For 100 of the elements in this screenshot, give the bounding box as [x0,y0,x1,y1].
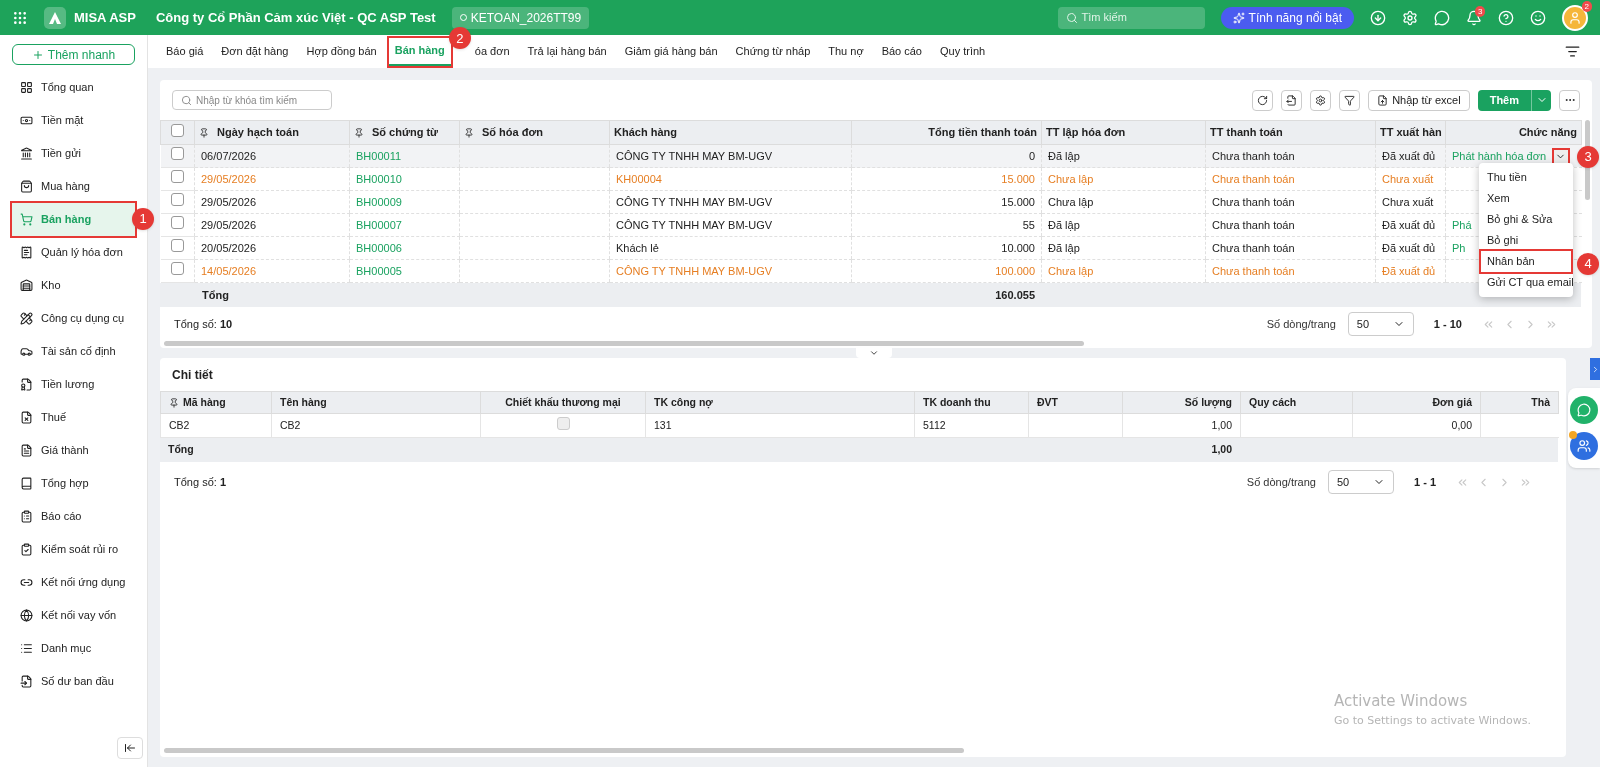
column-header[interactable]: TK doanh thu [914,391,1029,414]
table-cell: Khách lẻ [609,236,852,260]
column-header[interactable]: Quy cách [1240,391,1353,414]
column-header[interactable]: Tên hàng [271,391,481,414]
sidebar-item[interactable]: Giá thành [0,434,147,467]
column-header[interactable]: TT lập hóa đơn [1041,120,1206,145]
tab[interactable]: Thu nợ [822,37,870,66]
total-label: Tổng [167,442,195,458]
sidebar-item[interactable]: Kho [0,269,147,302]
page-size-label: Số dòng/trang [1246,474,1316,490]
feature-button[interactable]: Tính năng nổi bật [1220,6,1354,29]
sidebar-item[interactable]: Báo cáo [0,500,147,533]
column-header[interactable]: Mã hàng [160,391,272,414]
sidebar-item[interactable]: Tiền gửi [0,137,147,170]
tab[interactable]: Trả lại hàng bán [521,37,613,66]
tab[interactable]: Báo cáo [875,37,928,66]
tab[interactable]: Đơn đặt hàng [215,37,295,66]
table-cell: Đã lập [1041,213,1206,237]
table-cell: CB2 [160,413,272,438]
table-cell: 100.000 [851,259,1042,283]
table-cell: BH00009 [349,190,460,214]
column-header[interactable]: Chức năng [1445,120,1582,145]
column-header[interactable]: ĐVT [1028,391,1123,414]
sidebar-item[interactable]: Quản lý hóa đơn [0,236,147,269]
table-cell: Đã xuất đủ [1375,213,1446,237]
column-header[interactable]: Khách hàng [609,120,852,145]
step-badge: 3 [1577,146,1599,168]
total-quantity: 1,00 [1210,442,1233,458]
column-header[interactable]: Số chứng từ [349,120,460,145]
column-header[interactable]: Tổng tiền thanh toán [851,120,1042,145]
tab[interactable]: óa đơn [468,37,516,66]
table-cell: Chưa thanh toán [1205,190,1376,214]
table-cell: 29/05/2026 [194,167,350,191]
table-cell: BH00011 [349,144,460,168]
avatar-badge: 2 [1581,0,1592,12]
column-header[interactable]: Số lượng [1122,391,1241,414]
activation-title: Activate Windows [1334,691,1469,712]
record-count: Tổng số: 1 [174,474,226,490]
table-cell: 15.000 [851,190,1042,214]
column-header[interactable]: TT thanh toán [1205,120,1376,145]
table-cell: 0,00 [1352,413,1481,438]
column-header[interactable]: Thà [1480,391,1559,414]
column-header[interactable]: Chiết khấu thương mại [480,391,646,414]
sidebar-item[interactable]: Kết nối ứng dụng [0,566,147,599]
table-cell: 5112 [914,413,1029,438]
menu-item[interactable]: Xem [1481,188,1571,209]
sidebar-item[interactable]: Tổng hợp [0,467,147,500]
table-cell: 15.000 [851,167,1042,191]
sidebar-item[interactable]: Thuế [0,401,147,434]
table-cell: 1,00 [1122,413,1241,438]
tab[interactable]: Chứng từ nháp [729,37,817,66]
sidebar-item[interactable]: Số dư ban đầu [0,665,147,698]
app-name: MISA ASP [74,8,136,27]
table-cell: 20/05/2026 [194,236,350,260]
table-cell: 131 [645,413,915,438]
table-cell: Chưa thanh toán [1205,213,1376,237]
tab[interactable]: Giảm giá hàng bán [618,37,724,66]
import-excel-button[interactable]: Nhập từ excel [1368,89,1470,111]
step-badge: 1 [132,208,154,230]
table-cell: 14/05/2026 [194,259,350,283]
total-amount: 160.055 [994,287,1036,303]
table-cell: Chưa lập [1041,167,1206,191]
tab[interactable]: Báo giá [160,37,210,66]
table-cell: Chưa thanh toán [1205,236,1376,260]
table-cell: BH00006 [349,236,460,260]
table-cell: BH00007 [349,213,460,237]
column-header[interactable]: TK công nợ [645,391,915,414]
column-header[interactable]: Đơn giá [1352,391,1481,414]
sidebar-item[interactable]: Kiểm soát rủi ro [0,533,147,566]
sidebar-item[interactable]: Kết nối vay vốn [0,599,147,632]
menu-item[interactable]: Thu tiền [1481,167,1571,188]
table-cell: 10.000 [851,236,1042,260]
page-range: 1 - 1 [1414,474,1436,490]
page-size-select[interactable]: 50 [1347,312,1414,336]
column-header[interactable]: Số hóa đơn [459,120,610,145]
column-header[interactable]: TT xuất hàn [1375,120,1446,145]
table-row[interactable]: 06/07/2026 BH00011 CÔNG TY TNHH MAY BM-UGV 0 Đã lập Chưa thanh toán Đã xuất đủ Phát hành hóa đơn [160,144,1582,168]
sidebar-item[interactable]: Tiền mặt [0,104,147,137]
detail-title: Chi tiết [171,366,214,384]
column-header[interactable]: Ngày hạch toán [194,120,350,145]
page-range: 1 - 10 [1433,316,1462,332]
tab[interactable]: Hợp đồng bán [300,37,383,66]
table-cell: CÔNG TY TNHH MAY BM-UGV [609,259,852,283]
table-cell: 0 [851,144,1042,168]
table-cell: CÔNG TY TNHH MAY BM-UGV [609,144,852,168]
total-label: Tổng [201,287,230,303]
page-size-select[interactable]: 50 [1328,470,1394,494]
sidebar-item[interactable]: Tiền lương [0,368,147,401]
sidebar-item[interactable]: Công cụ dụng cụ [0,302,147,335]
sidebar-item[interactable]: Mua hàng [0,170,147,203]
sidebar-item[interactable]: Tài sản cố định [0,335,147,368]
search-field[interactable]: Nhập từ khóa tìm kiếm [172,90,332,110]
sidebar-item[interactable]: Tổng quan [0,71,147,104]
table-cell: CÔNG TY TNHH MAY BM-UGV [609,213,852,237]
table-cell: Chưa thanh toán [1205,259,1376,283]
table-cell: BH00005 [349,259,460,283]
sidebar-item[interactable]: Danh mục [0,632,147,665]
table-cell: Chưa lập [1041,190,1206,214]
page-size-label: Số dòng/trang [1266,316,1336,332]
tab[interactable]: Quy trình [934,37,992,66]
